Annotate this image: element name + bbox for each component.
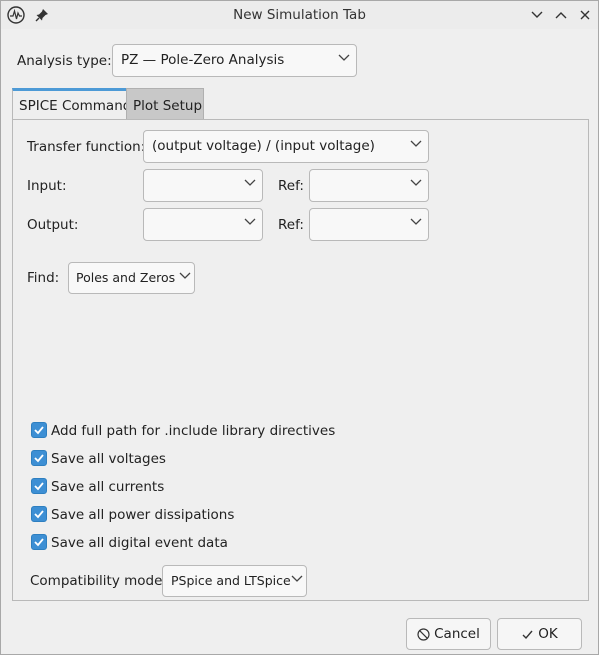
input-select[interactable] <box>143 169 263 202</box>
chevron-down-icon <box>244 218 256 225</box>
tab-spice-command[interactable]: SPICE Command <box>12 88 131 120</box>
close-icon[interactable] <box>575 5 595 25</box>
tab-plot-setup[interactable]: Plot Setup <box>126 88 204 120</box>
chevron-down-icon <box>410 218 422 225</box>
input-label: Input: <box>27 178 67 194</box>
option-save-voltages-label: Save all voltages <box>51 451 166 467</box>
compatibility-mode-select[interactable]: PSpice and LTSpice <box>162 565 307 597</box>
chevron-down-icon <box>179 272 191 279</box>
chevron-down-icon <box>410 140 422 147</box>
option-save-digital-label: Save all digital event data <box>51 535 228 551</box>
analysis-type-value: PZ — Pole-Zero Analysis <box>121 52 285 68</box>
option-save-currents-label: Save all currents <box>51 479 165 495</box>
output-select[interactable] <box>143 208 263 241</box>
ok-button[interactable]: OK <box>497 618 582 650</box>
input-ref-label: Ref: <box>278 178 304 194</box>
compatibility-mode-value: PSpice and LTSpice <box>171 573 291 588</box>
output-label: Output: <box>27 217 79 233</box>
ok-label: OK <box>538 626 558 642</box>
transfer-function-value: (output voltage) / (input voltage) <box>152 138 375 154</box>
checkbox-full-path[interactable] <box>31 422 47 438</box>
maximize-chevron-icon[interactable] <box>551 5 571 25</box>
find-select[interactable]: Poles and Zeros <box>68 262 195 294</box>
find-label: Find: <box>27 270 60 286</box>
analysis-type-select[interactable]: PZ — Pole-Zero Analysis <box>112 44 357 77</box>
transfer-function-label: Transfer function: <box>27 139 146 155</box>
output-ref-select[interactable] <box>309 208 429 241</box>
compatibility-mode-label: Compatibility mode: <box>30 573 167 589</box>
cancel-button[interactable]: Cancel <box>406 618 491 650</box>
checkbox-save-digital[interactable] <box>31 534 47 550</box>
title-bar: New Simulation Tab <box>1 1 598 29</box>
option-full-path-label: Add full path for .include library direc… <box>51 423 336 439</box>
chevron-down-icon <box>338 54 350 61</box>
chevron-down-icon <box>291 575 303 582</box>
cancel-icon <box>417 627 430 641</box>
check-icon <box>522 630 533 639</box>
minimize-chevron-icon[interactable] <box>527 5 547 25</box>
checkbox-save-power[interactable] <box>31 506 47 522</box>
find-value: Poles and Zeros <box>76 270 176 285</box>
transfer-function-select[interactable]: (output voltage) / (input voltage) <box>143 130 429 163</box>
chevron-down-icon <box>410 179 422 186</box>
analysis-type-label: Analysis type: <box>17 53 112 69</box>
dialog-window: New Simulation Tab Analysis type: PZ — P… <box>0 0 599 655</box>
option-save-power-label: Save all power dissipations <box>51 507 235 523</box>
input-ref-select[interactable] <box>309 169 429 202</box>
checkbox-save-voltages[interactable] <box>31 450 47 466</box>
output-ref-label: Ref: <box>278 217 304 233</box>
checkbox-save-currents[interactable] <box>31 478 47 494</box>
chevron-down-icon <box>244 179 256 186</box>
cancel-label: Cancel <box>434 626 480 642</box>
window-title: New Simulation Tab <box>233 7 366 23</box>
